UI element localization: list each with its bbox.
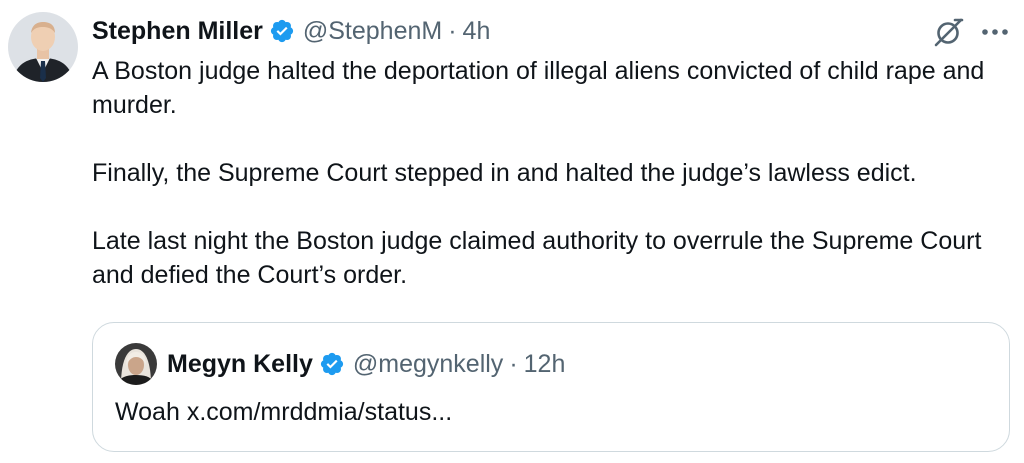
quote-author-avatar <box>115 343 157 385</box>
tweet-paragraph-3: Late last night the Boston judge claimed… <box>92 227 982 289</box>
author-handle[interactable]: @StephenM <box>303 17 442 46</box>
quote-text-prefix: Woah <box>115 398 187 426</box>
quote-link[interactable]: x.com/mrddmia/status... <box>187 398 452 426</box>
tweet-header: Stephen Miller @StephenM · 4h <box>92 13 490 49</box>
quote-timestamp: 12h <box>523 349 566 378</box>
quote-author-name: Megyn Kelly <box>167 349 313 378</box>
separator-dot: · <box>448 16 457 45</box>
tweet-paragraph-2: Finally, the Supreme Court stepped in an… <box>92 159 917 187</box>
separator-dot: · <box>509 349 518 378</box>
more-icon[interactable] <box>977 18 1013 46</box>
tweet-timestamp[interactable]: 4h <box>463 17 491 46</box>
quote-tweet-card[interactable]: Megyn Kelly @megynkelly · 12h Woah x.com… <box>92 322 1010 452</box>
author-name[interactable]: Stephen Miller <box>92 17 263 46</box>
tweet-paragraph-1: A Boston judge halted the deportation of… <box>92 57 985 119</box>
tweet-text: A Boston judge halted the deportation of… <box>92 54 1012 292</box>
quote-header: Megyn Kelly @megynkelly · 12h <box>167 345 565 383</box>
grok-icon[interactable] <box>931 14 967 50</box>
author-avatar[interactable] <box>8 12 78 82</box>
verified-badge-icon <box>269 18 295 44</box>
quote-author-handle: @megynkelly <box>352 349 504 378</box>
verified-badge-icon <box>319 351 345 377</box>
quote-text: Woah x.com/mrddmia/status... <box>115 395 452 429</box>
